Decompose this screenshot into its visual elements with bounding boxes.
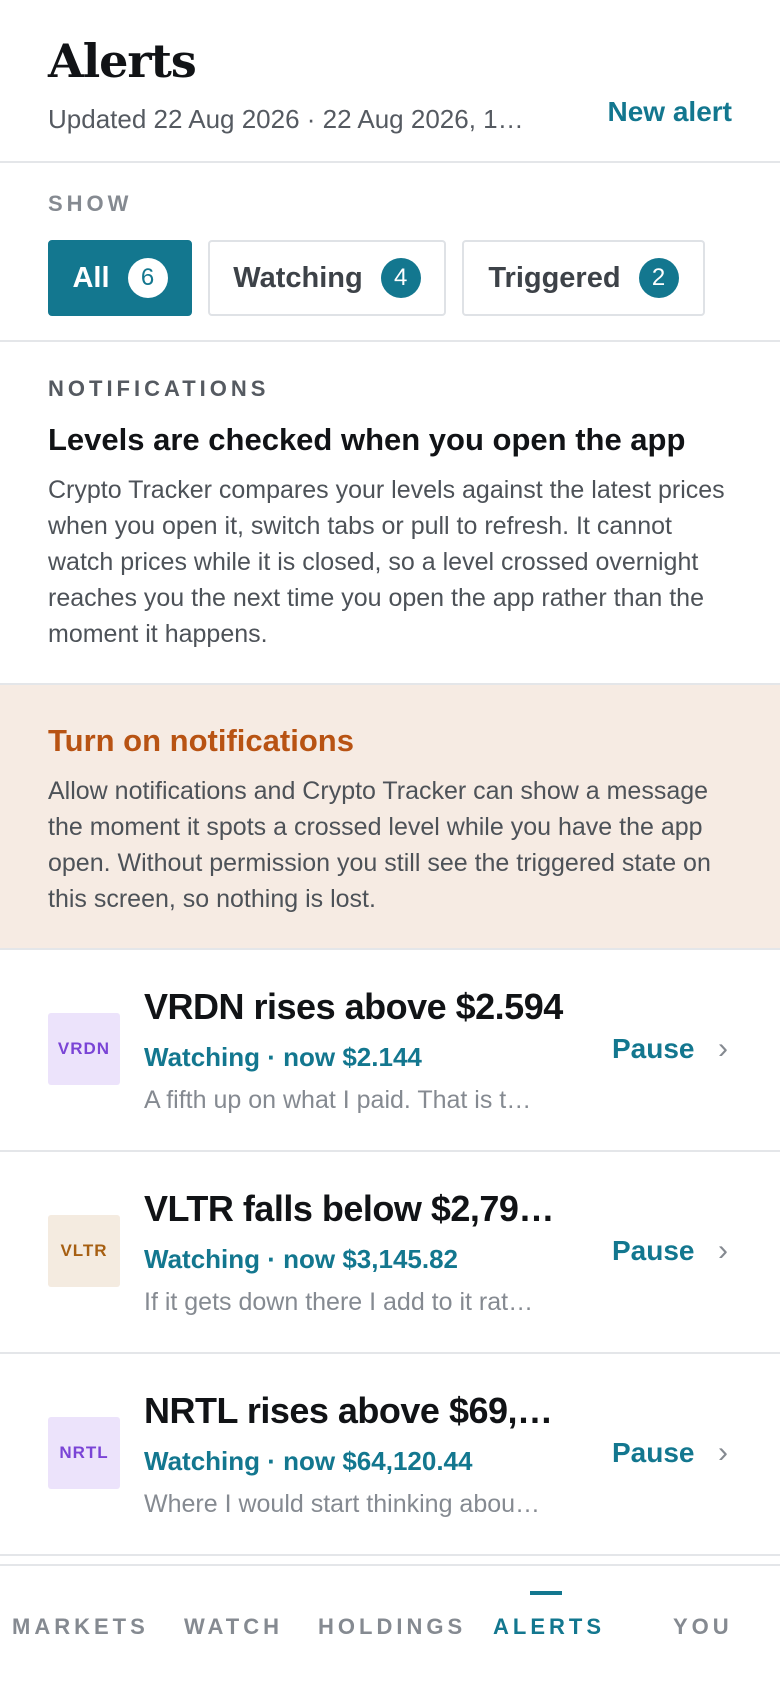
notifications-info: NOTIFICATIONS Levels are checked when yo…: [0, 342, 780, 685]
alert-row-vrdn[interactable]: VRDN VRDN rises above $2.594 Watching · …: [0, 950, 780, 1152]
alert-note: Where I would start thinking abou…: [144, 1490, 541, 1518]
alert-row-vltr[interactable]: VLTR VLTR falls below $2,79… Watching · …: [0, 1152, 780, 1354]
filter-chip-count: 6: [127, 258, 168, 298]
header: Alerts Updated 22 Aug 2026 · 22 Aug 2026…: [0, 0, 780, 163]
pause-button[interactable]: Pause: [612, 1033, 695, 1065]
new-alert-button[interactable]: New alert: [608, 96, 733, 128]
tab-you[interactable]: YOU: [673, 1614, 733, 1640]
alert-status: Watching · now $3,145.82: [144, 1244, 459, 1274]
filter-chip-count: 4: [380, 258, 421, 298]
alert-title: NRTL rises above $69,8…: [144, 1390, 570, 1431]
alert-status: Watching · now $64,120.44: [144, 1446, 473, 1476]
chevron-right-icon[interactable]: ›: [718, 1436, 728, 1470]
notifications-section-label: NOTIFICATIONS: [48, 376, 270, 401]
page-title: Alerts: [48, 34, 197, 88]
filter-chip-triggered[interactable]: Triggered 2: [462, 240, 705, 316]
active-tab-indicator: [530, 1591, 562, 1595]
show-label: SHOW: [48, 191, 133, 216]
filter-chip-watching[interactable]: Watching 4: [208, 240, 446, 316]
filter-section: SHOW All 6 Watching 4 Triggered 2: [0, 163, 780, 342]
tab-holdings[interactable]: HOLDINGS: [318, 1614, 466, 1640]
notifications-body: Crypto Tracker compares your levels agai…: [48, 476, 725, 648]
alert-title: VRDN rises above $2.594: [144, 986, 563, 1027]
alert-row-nrtl[interactable]: NRTL NRTL rises above $69,8… Watching · …: [0, 1354, 780, 1556]
filter-chip-label: Triggered: [488, 261, 621, 294]
tab-alerts[interactable]: ALERTS: [493, 1614, 605, 1640]
updated-timestamp: Updated 22 Aug 2026 · 22 Aug 2026, 1…: [48, 104, 524, 134]
filter-chip-count: 2: [638, 258, 679, 298]
chevron-right-icon[interactable]: ›: [718, 1234, 728, 1268]
tab-markets[interactable]: MARKETS: [12, 1614, 149, 1640]
alert-note: If it gets down there I add to it rat…: [144, 1288, 534, 1316]
pause-button[interactable]: Pause: [612, 1235, 695, 1267]
alert-note: A fifth up on what I paid. That is t…: [144, 1086, 532, 1114]
coin-logo-icon: NRTL: [48, 1417, 120, 1489]
chevron-right-icon[interactable]: ›: [718, 1032, 728, 1066]
coin-logo-icon: VLTR: [48, 1215, 120, 1287]
filter-chip-label: All: [72, 261, 110, 294]
filter-chip-all[interactable]: All 6: [48, 240, 192, 316]
notifications-title: Levels are checked when you open the app: [48, 422, 686, 457]
alert-status: Watching · now $2.144: [144, 1042, 422, 1072]
coin-logo-icon: VRDN: [48, 1013, 120, 1085]
tab-watch[interactable]: WATCH: [184, 1614, 283, 1640]
permission-banner[interactable]: Turn on notifications Allow notification…: [0, 685, 780, 950]
permission-body: Allow notifications and Crypto Tracker c…: [48, 777, 711, 913]
filter-chip-label: Watching: [233, 261, 363, 294]
bottom-tab-bar: MARKETS WATCH HOLDINGS ALERTS YOU: [0, 1564, 780, 1688]
pause-button[interactable]: Pause: [612, 1437, 695, 1469]
alert-title: VLTR falls below $2,79…: [144, 1188, 554, 1229]
permission-title[interactable]: Turn on notifications: [48, 723, 354, 759]
